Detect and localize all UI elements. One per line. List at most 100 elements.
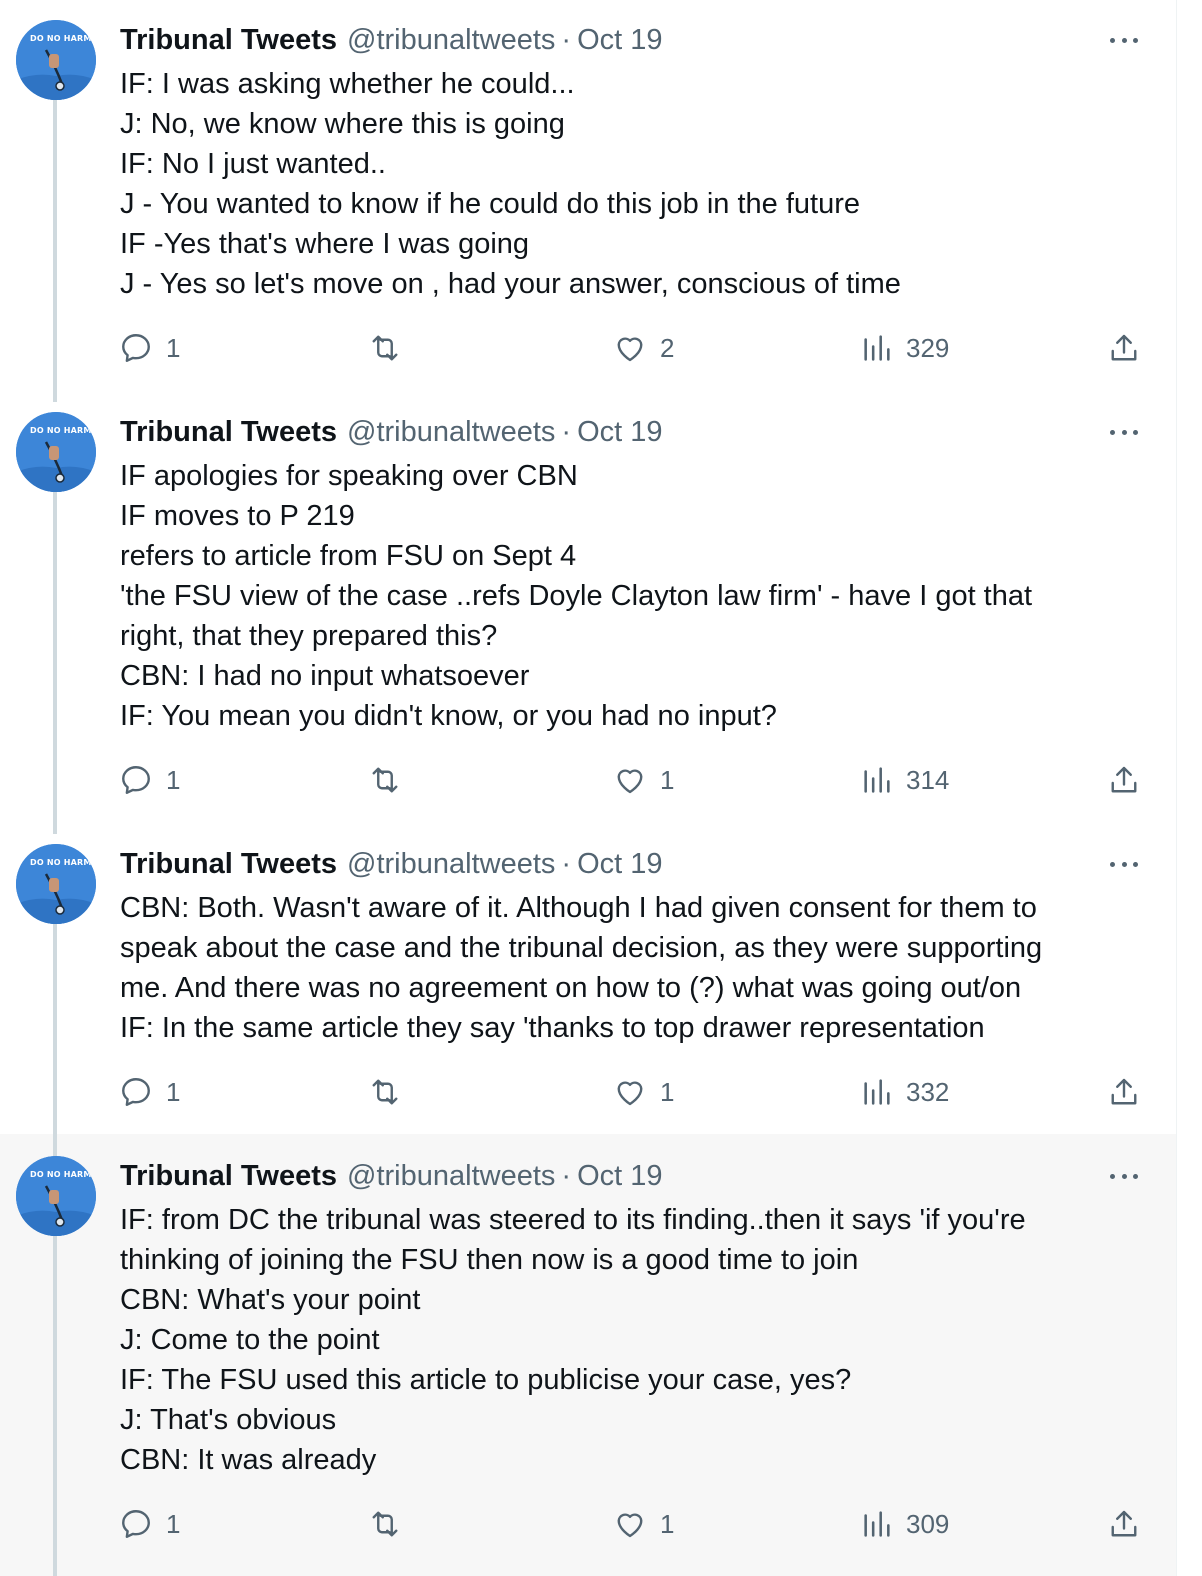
views-button[interactable]: 309: [860, 1504, 949, 1544]
reply-icon: [122, 334, 150, 362]
author-name[interactable]: Tribunal Tweets: [120, 848, 337, 881]
separator: ·: [561, 23, 572, 56]
retweet-icon: [372, 767, 398, 793]
reply-icon: [122, 1510, 150, 1538]
tweet[interactable]: DO NO HARM Tribunal Tweets @tribunaltwee…: [0, 0, 1176, 392]
author-handle[interactable]: @tribunaltweets: [347, 848, 555, 881]
tweet-line: thinking of joining the FSU then now is …: [120, 1244, 859, 1276]
tweet-line: CBN: Both. Wasn't aware of it. Although …: [120, 892, 1037, 924]
heart-icon: [617, 1081, 643, 1106]
avatar-image: [16, 412, 96, 492]
tweet-line: 'the FSU view of the case ..refs Doyle C…: [120, 580, 1033, 612]
author-name[interactable]: Tribunal Tweets: [120, 416, 337, 449]
separator: ·: [561, 847, 572, 880]
tweet-line: speak about the case and the tribunal de…: [120, 932, 1043, 964]
author-handle[interactable]: @tribunaltweets: [347, 24, 555, 57]
like-count: 1: [660, 1076, 675, 1107]
tweet-date[interactable]: Oct 19: [577, 24, 662, 57]
like-button[interactable]: 1: [612, 1504, 674, 1544]
views-chart-icon: [864, 1079, 890, 1105]
tweet-text: IF: I was asking whether he could... J: …: [120, 64, 1120, 304]
tweet-line: IF -Yes that's where I was going: [120, 228, 530, 260]
reply-button[interactable]: 1: [118, 1504, 180, 1544]
separator: ·: [561, 1159, 572, 1192]
retweet-icon: [372, 1511, 398, 1537]
more-options-icon[interactable]: [1106, 30, 1142, 50]
tweet-line: J: Come to the point: [120, 1324, 380, 1356]
views-button[interactable]: 332: [860, 1072, 949, 1112]
tweet-line: CBN: It was already: [120, 1444, 377, 1476]
share-button[interactable]: [1106, 760, 1142, 800]
avatar-label: DO NO HARM: [30, 1170, 92, 1179]
tweet-line: IF: The FSU used this article to publici…: [120, 1364, 852, 1396]
views-button[interactable]: 329: [860, 328, 949, 368]
tweet-line: me. And there was no agreement on how to…: [120, 972, 1022, 1004]
author-handle[interactable]: @tribunaltweets: [347, 416, 555, 449]
more-options-icon[interactable]: [1106, 1166, 1142, 1186]
tweet-date[interactable]: Oct 19: [577, 1160, 662, 1193]
tweet-line: CBN: What's your point: [120, 1284, 421, 1316]
avatar-image: [16, 20, 96, 100]
retweet-button[interactable]: [366, 1504, 404, 1544]
avatar-image: [16, 1156, 96, 1236]
reply-button[interactable]: 1: [118, 760, 180, 800]
tweet-line: right, that they prepared this?: [120, 620, 498, 652]
timeline: DO NO HARM Tribunal Tweets @tribunaltwee…: [0, 0, 1176, 1576]
author-name[interactable]: Tribunal Tweets: [120, 24, 337, 57]
tweet-line: IF apologies for speaking over CBN: [120, 460, 578, 492]
heart-icon: [617, 1513, 643, 1538]
retweet-button[interactable]: [366, 760, 404, 800]
tweet-line: J - You wanted to know if he could do th…: [120, 188, 860, 220]
reply-icon: [122, 1078, 150, 1106]
tweet[interactable]: DO NO HARM Tribunal Tweets @tribunaltwee…: [0, 824, 1176, 1134]
share-icon: [1111, 1078, 1137, 1105]
tweet-actions: 1 2 329: [0, 328, 1176, 368]
tweet-line: J: No, we know where this is going: [120, 108, 565, 140]
tweet-actions: 1 1 332: [0, 1072, 1176, 1112]
tweet[interactable]: DO NO HARM Tribunal Tweets @tribunaltwee…: [0, 392, 1176, 824]
share-icon: [1111, 766, 1137, 793]
like-button[interactable]: 1: [612, 760, 674, 800]
heart-icon: [617, 769, 643, 794]
share-icon: [1111, 1510, 1137, 1537]
share-button[interactable]: [1106, 1072, 1142, 1112]
tweet-date[interactable]: Oct 19: [577, 848, 662, 881]
views-count: 332: [906, 1076, 950, 1107]
page-edge: [1176, 0, 1202, 1576]
views-count: 329: [906, 332, 950, 363]
tweet-text: CBN: Both. Wasn't aware of it. Although …: [120, 888, 1120, 1048]
reply-button[interactable]: 1: [118, 328, 180, 368]
tweet-line: IF: You mean you didn't know, or you had…: [120, 700, 777, 732]
reply-icon: [122, 766, 150, 794]
avatar-label: DO NO HARM: [30, 426, 92, 435]
tweet-text: IF: from DC the tribunal was steered to …: [120, 1200, 1120, 1480]
reply-count: 1: [166, 332, 181, 363]
like-count: 1: [660, 1508, 675, 1539]
tweet-line: J: That's obvious: [120, 1404, 337, 1436]
share-button[interactable]: [1106, 328, 1142, 368]
tweet-line: refers to article from FSU on Sept 4: [120, 540, 577, 572]
author-handle[interactable]: @tribunaltweets: [347, 1160, 555, 1193]
views-chart-icon: [864, 1511, 890, 1537]
like-button[interactable]: 1: [612, 1072, 674, 1112]
retweet-button[interactable]: [366, 1072, 404, 1112]
tweet[interactable]: DO NO HARM Tribunal Tweets @tribunaltwee…: [0, 1134, 1176, 1576]
retweet-button[interactable]: [366, 328, 404, 368]
tweet-header: Tribunal Tweets @tribunaltweets · Oct 19: [120, 844, 663, 884]
views-button[interactable]: 314: [860, 760, 949, 800]
avatar[interactable]: DO NO HARM: [16, 20, 96, 100]
share-button[interactable]: [1106, 1504, 1142, 1544]
tweet-header: Tribunal Tweets @tribunaltweets · Oct 19: [120, 412, 663, 452]
avatar-label: DO NO HARM: [30, 34, 92, 43]
author-name[interactable]: Tribunal Tweets: [120, 1160, 337, 1193]
more-options-icon[interactable]: [1106, 422, 1142, 442]
views-chart-icon: [864, 335, 890, 361]
tweet-date[interactable]: Oct 19: [577, 416, 662, 449]
reply-button[interactable]: 1: [118, 1072, 180, 1112]
avatar[interactable]: DO NO HARM: [16, 412, 96, 492]
avatar[interactable]: DO NO HARM: [16, 844, 96, 924]
avatar[interactable]: DO NO HARM: [16, 1156, 96, 1236]
like-count: 1: [660, 764, 675, 795]
like-button[interactable]: 2: [612, 328, 674, 368]
more-options-icon[interactable]: [1106, 854, 1142, 874]
